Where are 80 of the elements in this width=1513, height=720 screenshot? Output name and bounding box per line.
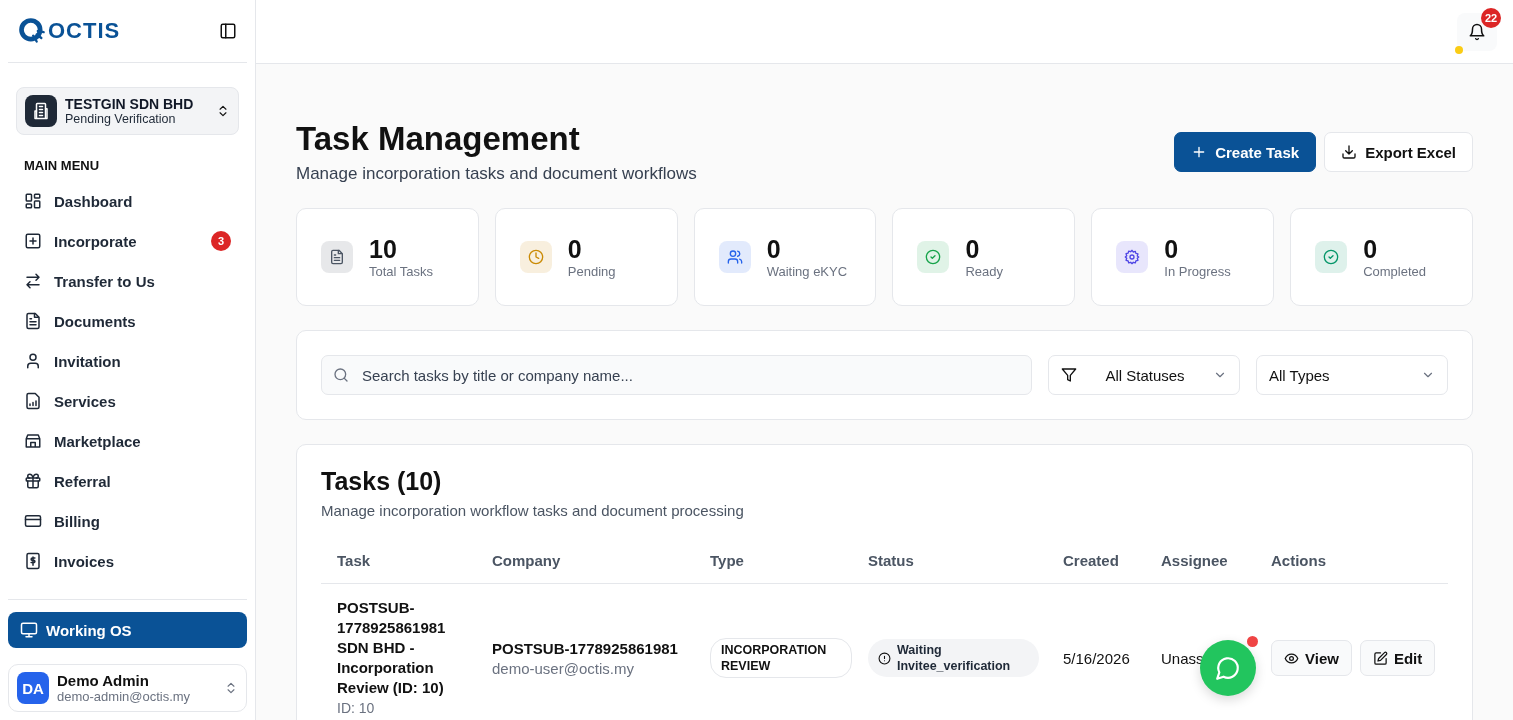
dashboard-icon	[24, 192, 42, 210]
nav-item[interactable]: Transfer to Us	[8, 261, 247, 301]
nav-item[interactable]: Invitation	[8, 341, 247, 381]
table-cell: 5/16/2026	[1063, 649, 1130, 667]
nav-item[interactable]: Documents	[8, 301, 247, 341]
status-filter-dropdown[interactable]: All Statuses	[1048, 355, 1240, 395]
download-icon	[1341, 144, 1358, 160]
column-header: Actions	[1255, 537, 1448, 584]
column-header: Company	[476, 537, 694, 584]
section-title: Tasks (10)	[321, 467, 443, 496]
column-header: Status	[852, 537, 1047, 584]
stat-value: 10	[369, 235, 398, 264]
bell-icon	[1468, 22, 1486, 41]
credit-card-icon	[24, 512, 42, 530]
edit-button[interactable]: Edit	[1359, 640, 1436, 676]
plus-square-icon	[24, 232, 42, 250]
search-icon	[333, 367, 349, 383]
logo-icon	[18, 17, 46, 45]
stat-value: 0	[766, 235, 782, 264]
stat-label: Ready	[965, 264, 1004, 279]
page-subtitle: Manage incorporation tasks and document workflows	[296, 164, 697, 184]
status-dot	[1455, 45, 1463, 54]
user-icon	[24, 352, 42, 370]
nav-item[interactable]: Invoices	[8, 541, 247, 581]
notification-badge: 22	[1481, 7, 1501, 28]
stat-label: Pending	[567, 264, 616, 279]
count-badge: 3	[211, 231, 231, 251]
invoice-icon	[24, 552, 42, 570]
stat-value: 0	[965, 235, 981, 264]
alert-circle-icon	[878, 651, 891, 665]
company-name: POSTSUB-1778925861981	[492, 639, 678, 657]
stat-label: Waiting eKYC	[766, 264, 848, 279]
task-title: POSTSUB-1778925861981 SDN BHD - Incorporation Review (ID: 10)	[337, 598, 447, 698]
type-tag: INCORPORATION REVIEW	[710, 638, 852, 678]
organization-switcher[interactable]: TESTGIN SDN BHD Pending Verification	[16, 87, 239, 135]
monitor-icon	[20, 621, 38, 639]
view-button[interactable]: View	[1271, 640, 1352, 676]
export-button[interactable]: Export Excel	[1324, 132, 1473, 172]
document-icon	[24, 312, 42, 330]
status-tag: Waiting Invitee_verification	[868, 639, 1039, 677]
building-icon	[32, 102, 50, 120]
notification-dot	[1247, 636, 1258, 647]
stat-value: 0	[567, 235, 583, 264]
column-header: Created	[1047, 537, 1145, 584]
stat-label: In Progress	[1164, 264, 1231, 279]
chart-file-icon	[24, 392, 42, 410]
nav-item[interactable]: Referral	[8, 461, 247, 501]
gift-icon	[24, 472, 42, 490]
edit-icon	[1372, 650, 1388, 666]
column-header: Type	[694, 537, 852, 584]
stat-label: Completed	[1363, 264, 1427, 279]
filter-icon	[1061, 367, 1077, 383]
section-subtitle: Manage incorporation workflow tasks and document processing	[321, 502, 745, 519]
nav-item[interactable]: Services	[8, 381, 247, 421]
section-heading: MAIN MENU	[24, 158, 101, 173]
stat-label: Total Tasks	[369, 264, 434, 279]
stat-value: 0	[1164, 235, 1180, 264]
store-icon	[24, 432, 42, 450]
nav-item[interactable]: Billing	[8, 501, 247, 541]
task-id: ID: 10	[337, 699, 376, 718]
working-os-button[interactable]: Working OS	[8, 612, 247, 648]
swap-arrows-icon	[24, 272, 42, 290]
column-header: Assignee	[1145, 537, 1255, 584]
nav-item[interactable]: Incorporate 3	[8, 221, 247, 261]
company-email: demo-user@octis.my	[492, 659, 635, 677]
column-header: Task	[321, 537, 476, 584]
logo-text: OCTIS	[48, 18, 121, 44]
stat-value: 0	[1363, 235, 1379, 264]
nav-item[interactable]: Marketplace	[8, 421, 247, 461]
create-task-button[interactable]: Create Task	[1174, 132, 1317, 172]
type-filter-dropdown[interactable]: All Types	[1256, 355, 1448, 395]
avatar: DA	[17, 672, 49, 704]
page-title: Task Management	[296, 120, 581, 158]
nav-item[interactable]: Dashboard	[8, 181, 247, 221]
sidebar-toggle-button[interactable]	[219, 22, 237, 40]
search-field[interactable]: Search tasks by title or company name...	[321, 355, 1032, 395]
table-cell: Unass	[1161, 649, 1204, 667]
chat-bubble-icon	[1215, 655, 1241, 681]
panel-icon	[219, 22, 237, 40]
eye-icon	[1284, 650, 1299, 666]
